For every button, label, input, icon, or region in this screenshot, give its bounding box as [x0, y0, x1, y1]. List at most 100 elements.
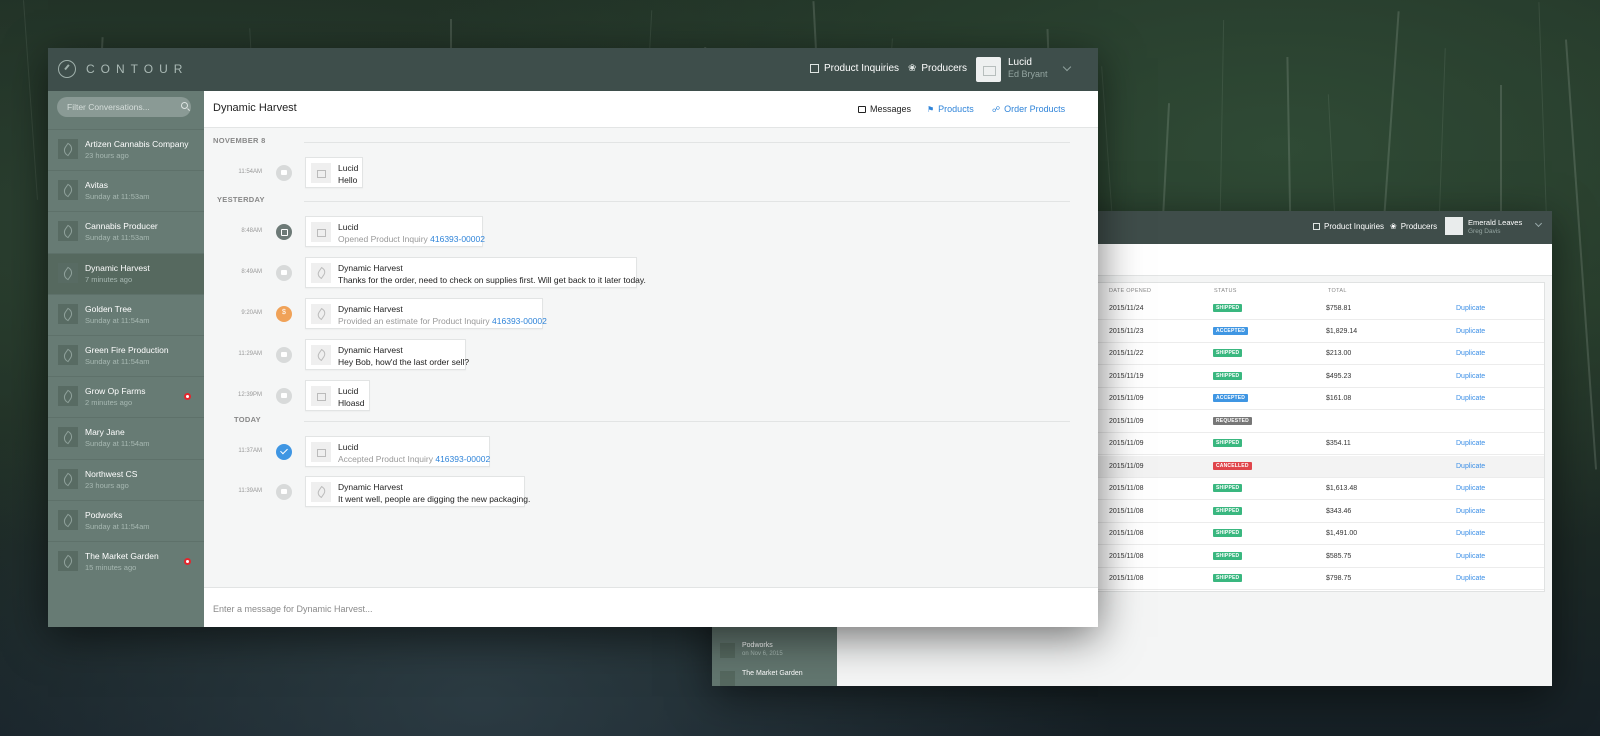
- nav-producers[interactable]: ❀ Producers: [908, 63, 967, 74]
- inquiry-link[interactable]: 416393-00002: [430, 234, 485, 244]
- search-icon[interactable]: [181, 102, 188, 109]
- table-row[interactable]: 2015/11/24 SHIPPED $758.81 Duplicate: [1096, 298, 1544, 320]
- column-header: DATE OPENED: [1109, 288, 1152, 294]
- inquiry-link[interactable]: 416393-00002: [492, 316, 547, 326]
- table-row[interactable]: 2015/11/09 ACCEPTED $161.08 Duplicate: [1096, 388, 1544, 410]
- leaf-icon: [58, 468, 78, 489]
- duplicate-link[interactable]: Duplicate: [1456, 373, 1485, 380]
- message-body: Hloasd: [338, 398, 365, 408]
- table-row[interactable]: 2015/11/08 SHIPPED $798.75 Duplicate: [1096, 568, 1544, 590]
- order-date: 2015/11/19: [1109, 372, 1144, 380]
- message-body: Hello: [338, 175, 358, 185]
- conversation-panel: Dynamic Harvest Messages ⚑ Products ☍ Or…: [204, 91, 1098, 627]
- duplicate-link[interactable]: Duplicate: [1456, 575, 1485, 582]
- back-nav-product-inquiries[interactable]: Product Inquiries: [1313, 222, 1384, 231]
- table-row[interactable]: 2015/11/19 SHIPPED $495.23 Duplicate: [1096, 366, 1544, 388]
- back-sidebar-item[interactable]: The Market Garden: [716, 664, 832, 696]
- conversation-item[interactable]: Mary Jane Sunday at 11:54am: [48, 417, 204, 458]
- table-row[interactable]: 2015/11/08 SHIPPED $1,491.00 Duplicate: [1096, 523, 1544, 545]
- conversation-time: Sunday at 11:54am: [85, 315, 150, 325]
- conversation-item[interactable]: Cannabis Producer Sunday at 11:53am: [48, 211, 204, 252]
- user-menu[interactable]: Lucid Ed Bryant: [976, 54, 1086, 86]
- duplicate-link[interactable]: Duplicate: [1456, 553, 1485, 560]
- leaf-icon: [311, 345, 331, 365]
- leaf-icon: ❀: [1390, 222, 1397, 231]
- duplicate-link[interactable]: Duplicate: [1456, 485, 1485, 492]
- conversation-item[interactable]: The Market Garden 15 minutes ago: [48, 540, 204, 582]
- table-row[interactable]: 2015/11/22 SHIPPED $213.00 Duplicate: [1096, 343, 1544, 365]
- chat-icon: [276, 165, 292, 181]
- message-text: Hloasd: [338, 398, 364, 408]
- duplicate-link[interactable]: Duplicate: [1456, 350, 1485, 357]
- inquiry-link[interactable]: 416393-00002: [435, 454, 490, 464]
- conversation-name: Podworks: [85, 509, 123, 520]
- table-row[interactable]: 2015/11/08 SHIPPED $585.75 Duplicate: [1096, 546, 1544, 568]
- leaf-icon: [311, 482, 331, 502]
- order-date: 2015/11/09: [1109, 440, 1144, 447]
- table-row[interactable]: 2015/11/23 ACCEPTED $1,829.14 Duplicate: [1096, 321, 1544, 343]
- duplicate-link[interactable]: Duplicate: [1456, 508, 1485, 515]
- message-text: Accepted Product Inquiry 416393-00002: [338, 454, 490, 464]
- message-thread: NOVEMBER 8 YESTERDAY TODAY 11:54AM Lucid Hell…: [204, 128, 1098, 587]
- tab-messages[interactable]: Messages: [858, 104, 911, 114]
- messages-window: CONTOUR Product Inquiries ❀ Producers Lu…: [48, 48, 1098, 627]
- order-total: $354.11: [1326, 440, 1351, 447]
- order-total: $343.46: [1326, 507, 1352, 515]
- leaf-icon: [311, 304, 331, 324]
- date-separator-line: [304, 142, 1070, 143]
- leaf-icon: [58, 221, 78, 242]
- back-user-menu[interactable]: Emerald Leaves Greg Davis: [1445, 215, 1550, 240]
- message-time: 11:39AM: [238, 488, 262, 494]
- table-row[interactable]: 2015/11/09 SHIPPED $354.11 Duplicate: [1096, 433, 1544, 455]
- conversation-name: Green Fire Production: [85, 344, 169, 355]
- message-time: 11:29AM: [238, 351, 262, 357]
- order-date: 2015/11/08: [1109, 530, 1144, 537]
- duplicate-link[interactable]: Duplicate: [1456, 395, 1485, 402]
- table-row[interactable]: 2015/11/08 SHIPPED $343.46 Duplicate: [1096, 501, 1544, 523]
- conversation-item[interactable]: Golden Tree Sunday at 11:54am: [48, 293, 204, 335]
- back-nav-producers[interactable]: ❀ Producers: [1390, 222, 1437, 231]
- conversation-time: 15 minutes ago: [85, 562, 137, 572]
- filter-conversations-input[interactable]: Filter Conversations...: [57, 97, 191, 117]
- message-text: Thanks for the order, need to check on s…: [338, 275, 646, 285]
- conversation-item[interactable]: Green Fire Production Sunday at 11:54am: [48, 334, 204, 376]
- conversation-title: Dynamic Harvest: [213, 102, 297, 114]
- conversation-item[interactable]: Avitas Sunday at 11:53am: [48, 170, 204, 211]
- table-row[interactable]: 2015/11/08 SHIPPED $1,613.48 Duplicate: [1096, 478, 1544, 500]
- leaf-icon: [58, 509, 78, 530]
- tab-order-products[interactable]: ☍ Order Products: [992, 104, 1065, 114]
- duplicate-link[interactable]: Duplicate: [1456, 440, 1485, 447]
- avatar: [1445, 217, 1463, 235]
- conversation-name: The Market Garden: [85, 550, 159, 561]
- message-time: 11:54AM: [238, 169, 262, 175]
- date-separator-line: [304, 421, 1070, 422]
- duplicate-link[interactable]: Duplicate: [1456, 530, 1485, 537]
- tag-icon: ⚑: [927, 104, 935, 114]
- conversation-name: Mary Jane: [85, 427, 125, 438]
- status-badge: SHIPPED: [1213, 529, 1243, 537]
- conversation-item[interactable]: Podworks Sunday at 11:54am: [48, 499, 204, 541]
- duplicate-link[interactable]: Duplicate: [1456, 463, 1485, 470]
- leaf-icon: [58, 427, 78, 448]
- message-body: Opened Product Inquiry: [338, 234, 431, 244]
- duplicate-link[interactable]: Duplicate: [1456, 328, 1485, 335]
- order-date: 2015/11/09: [1109, 417, 1144, 425]
- status-badge: SHIPPED: [1213, 439, 1243, 447]
- conversation-item[interactable]: Dynamic Harvest 7 minutes ago: [48, 252, 204, 294]
- table-row[interactable]: 2015/11/09 CANCELLED Duplicate: [1096, 455, 1544, 478]
- conversation-item[interactable]: Northwest CS 23 hours ago: [48, 458, 204, 500]
- table-row[interactable]: 2015/11/09 REQUESTED: [1096, 411, 1544, 433]
- conversation-item[interactable]: Grow Op Farms 2 minutes ago: [48, 376, 204, 417]
- status-badge: SHIPPED: [1213, 484, 1243, 492]
- message-input[interactable]: Enter a message for Dynamic Harvest...: [204, 587, 1098, 627]
- duplicate-link[interactable]: Duplicate: [1456, 305, 1485, 312]
- order-total: $1,829.14: [1326, 327, 1358, 335]
- date-separator: NOVEMBER 8: [213, 136, 266, 145]
- nav-product-inquiries[interactable]: Product Inquiries: [810, 63, 899, 74]
- tab-products[interactable]: ⚑ Products: [927, 104, 974, 114]
- leaf-icon: [58, 139, 78, 159]
- status-badge: SHIPPED: [1213, 506, 1243, 515]
- message-body: It went well, people are digging the new…: [338, 494, 531, 504]
- conversation-item[interactable]: Artizen Cannabis Company 23 hours ago: [48, 129, 204, 170]
- chat-icon: [858, 105, 866, 113]
